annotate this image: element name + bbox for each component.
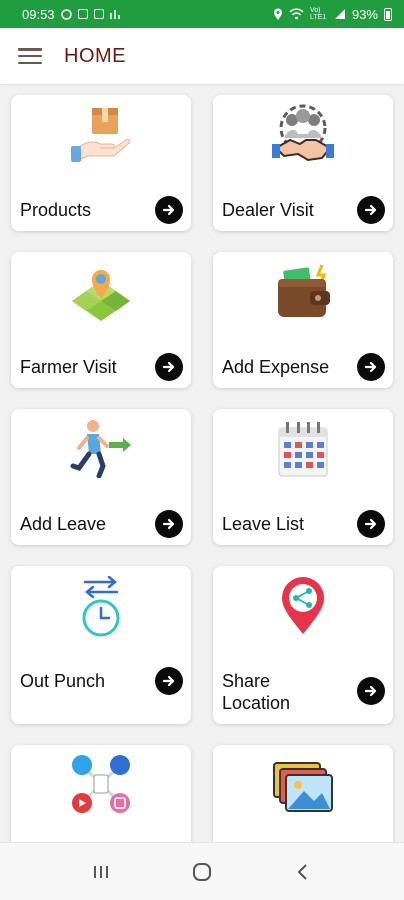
social-media-icon [72, 755, 130, 813]
leave-list-card[interactable]: Leave List [213, 409, 393, 545]
add-expense-card[interactable]: Add Expense [213, 252, 393, 388]
hamburger-menu-icon[interactable] [18, 47, 42, 65]
status-left: 09:53 [22, 7, 120, 22]
clock-arrows-icon [82, 576, 120, 637]
share-location-card[interactable]: Share Location [213, 566, 393, 724]
arrow-right-icon[interactable] [155, 510, 183, 538]
gallery-card[interactable] [213, 745, 393, 842]
wallet-icon [278, 264, 330, 317]
map-pin-field-icon [72, 270, 130, 321]
products-card[interactable]: Products [11, 95, 191, 231]
add-leave-card[interactable]: Add Leave [11, 409, 191, 545]
handshake-group-icon [272, 104, 334, 162]
box-in-hand-icon [71, 108, 130, 162]
dealer-visit-card[interactable]: Dealer Visit [213, 95, 393, 231]
network-text: Vo) LTE1 [309, 7, 327, 21]
out-punch-card[interactable]: Out Punch [11, 566, 191, 724]
page-title: HOME [64, 44, 126, 67]
status-time: 09:53 [22, 6, 55, 22]
arrow-right-icon[interactable] [155, 196, 183, 224]
wifi-icon [289, 8, 304, 20]
calendar-icon [278, 422, 328, 477]
dealer-visit-label: Dealer Visit [222, 200, 314, 220]
image-icon [77, 9, 88, 19]
products-label: Products [20, 200, 92, 220]
signal-activity-icon [109, 9, 120, 19]
add-leave-label: Add Leave [20, 514, 107, 534]
social-card[interactable] [11, 745, 191, 842]
location-icon [273, 8, 282, 20]
app-bar: HOME [0, 28, 404, 84]
share-location-pin-icon [282, 577, 324, 634]
arrow-right-icon[interactable] [357, 677, 385, 705]
running-man-icon [70, 420, 131, 478]
farmer-visit-card[interactable]: Farmer Visit [11, 252, 191, 388]
home-icon[interactable] [177, 852, 227, 892]
share-location-label: Share Location [222, 671, 291, 713]
status-bar: 09:53 Vo) LTE1 93% [0, 0, 404, 28]
battery-icon [384, 7, 392, 21]
leave-list-label: Leave List [222, 514, 305, 534]
arrow-right-icon[interactable] [155, 353, 183, 381]
whatsapp-icon [60, 8, 72, 20]
arrow-right-icon[interactable] [357, 196, 385, 224]
menu-grid: Products Dealer Visit Farmer Visit Add E… [0, 84, 404, 842]
farmer-visit-label: Farmer Visit [20, 357, 117, 377]
message-icon [93, 9, 104, 19]
recent-apps-icon[interactable] [76, 852, 126, 892]
signal-icon [334, 9, 345, 19]
photo-gallery-icon [273, 762, 333, 812]
arrow-right-icon[interactable] [357, 353, 385, 381]
battery-text: 93% [351, 6, 378, 22]
back-icon[interactable] [278, 852, 328, 892]
add-expense-label: Add Expense [222, 357, 330, 377]
arrow-right-icon[interactable] [357, 510, 385, 538]
arrow-right-icon[interactable] [155, 667, 183, 695]
out-punch-label: Out Punch [20, 671, 106, 691]
status-right: Vo) LTE1 93% [273, 7, 392, 22]
system-nav-bar [0, 842, 404, 900]
